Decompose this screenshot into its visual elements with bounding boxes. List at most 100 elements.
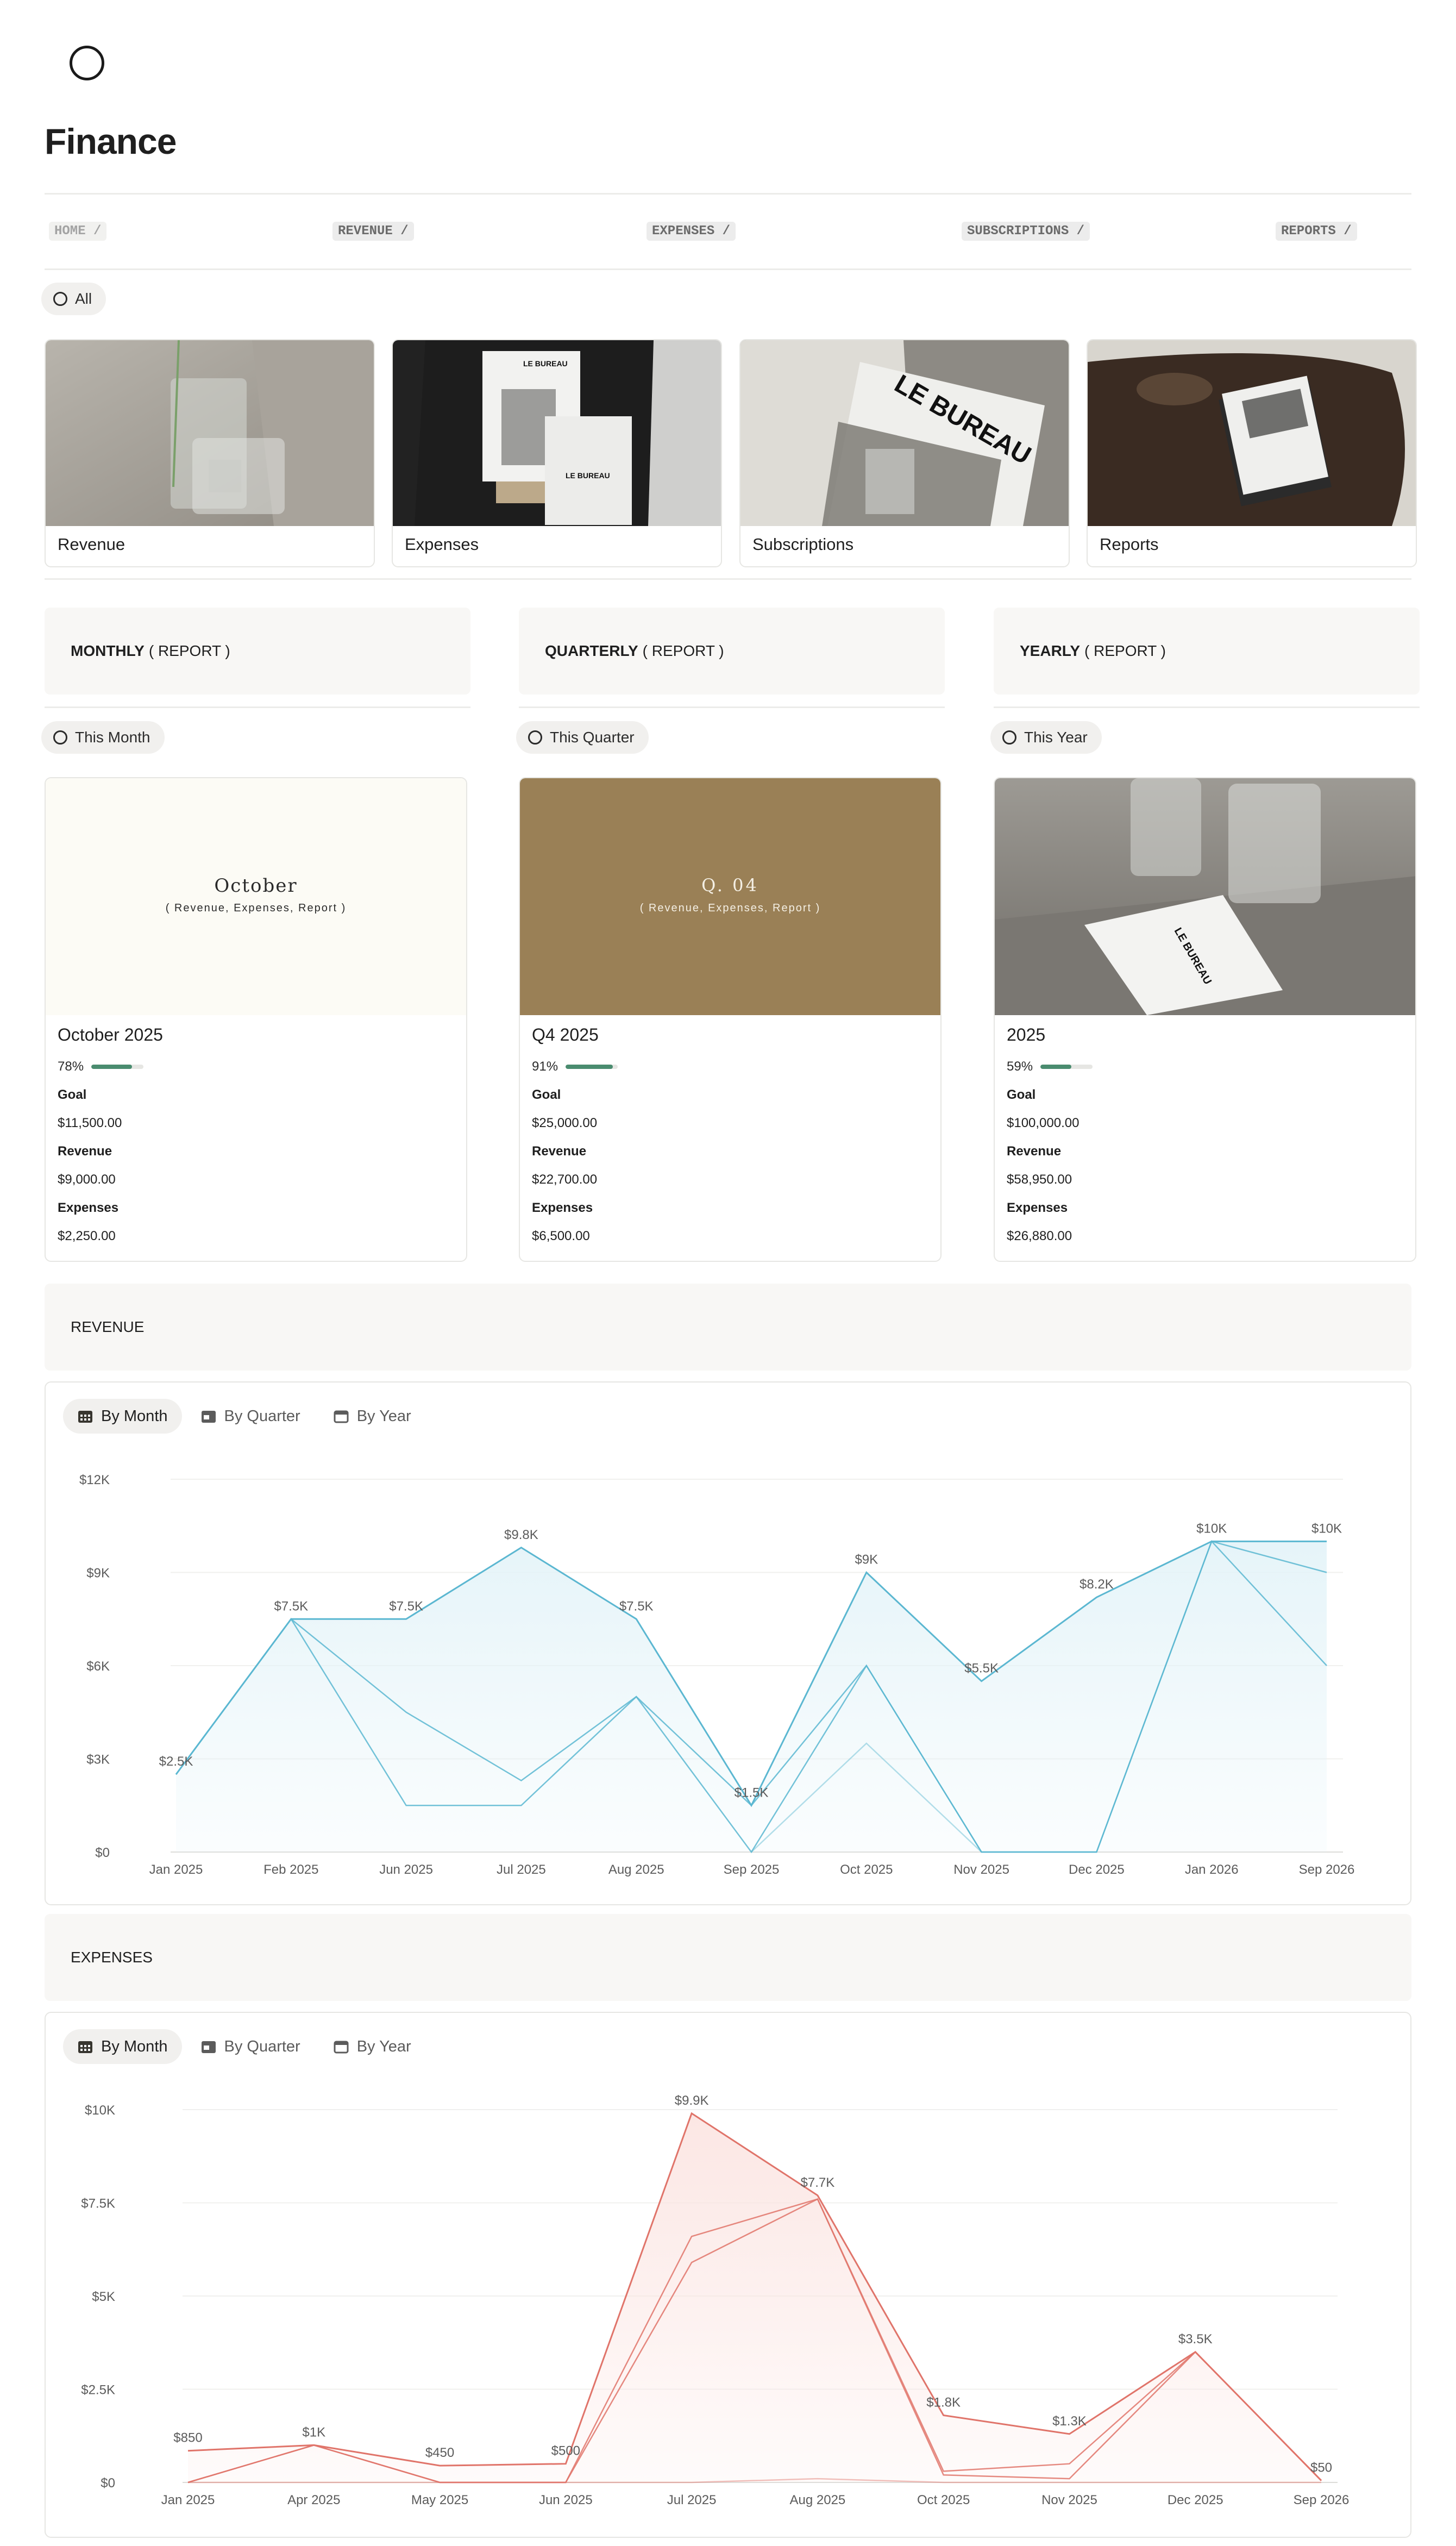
data-label: $7.5K — [274, 1599, 308, 1613]
section-heading: REVENUE — [71, 1318, 145, 1335]
page-title: Finance — [45, 121, 177, 161]
x-tick-label: Apr 2025 — [287, 2493, 340, 2507]
revenue-photo — [46, 340, 374, 526]
x-tick-label: Jan 2026 — [1185, 1862, 1239, 1877]
y-tick-label: $10K — [85, 2103, 115, 2118]
revenue-label: Revenue — [1007, 1144, 1062, 1159]
section-heading-suffix: ( REPORT ) — [642, 642, 724, 659]
workspace-logo-icon — [70, 46, 104, 80]
data-label: $850 — [173, 2431, 202, 2445]
x-tick-label: Dec 2025 — [1168, 2493, 1223, 2507]
data-label: $5.5K — [964, 1661, 999, 1676]
data-label: $50 — [1310, 2461, 1332, 2475]
subscriptions-photo: LE BUREAU — [740, 340, 1069, 526]
nav-home-link[interactable]: HOME / — [49, 222, 107, 241]
nav-subscriptions-link[interactable]: SUBSCRIPTIONS / — [962, 222, 1090, 241]
filter-label: This Quarter — [550, 729, 635, 746]
section-heading: YEARLY — [1020, 642, 1081, 659]
expenses-photo: LE BUREAU LE BUREAU — [393, 340, 721, 526]
gallery-card-expenses[interactable]: LE BUREAU LE BUREAU Expenses — [392, 339, 722, 567]
expenses-value: $2,250.00 — [58, 1229, 116, 1243]
divider — [45, 706, 470, 708]
data-label: $9.8K — [504, 1528, 538, 1542]
x-tick-label: Feb 2025 — [263, 1862, 318, 1877]
x-tick-label: Sep 2026 — [1299, 1862, 1355, 1877]
x-tick-label: Aug 2025 — [608, 1862, 664, 1877]
data-label: $3.5K — [1178, 2332, 1213, 2347]
nav-reports-link[interactable]: REPORTS / — [1276, 222, 1357, 241]
report-cover: October ( Revenue, Expenses, Report ) — [46, 778, 466, 1015]
cover-title: Q. 04 — [701, 875, 759, 896]
revenue-value: $22,700.00 — [532, 1172, 598, 1187]
progress-row: 78% — [58, 1057, 454, 1077]
reports-photo — [1088, 340, 1416, 526]
progress-bar-fill — [91, 1065, 132, 1069]
cover-subtitle: ( Revenue, Expenses, Report ) — [165, 902, 347, 914]
circle-icon — [53, 292, 67, 306]
report-title: October 2025 — [58, 1025, 163, 1044]
data-label: $10K — [1196, 1521, 1227, 1536]
yearly-report-header: YEARLY ( REPORT ) — [994, 608, 1420, 695]
x-tick-label: Sep 2025 — [724, 1862, 780, 1877]
x-tick-label: Oct 2025 — [917, 2493, 970, 2507]
progress-row: 59% — [1007, 1057, 1403, 1077]
progress-percent: 78% — [58, 1059, 84, 1074]
y-tick-label: $2.5K — [81, 2383, 115, 2398]
divider — [45, 193, 1411, 195]
expenses-value: $6,500.00 — [532, 1229, 590, 1243]
x-tick-label: Jul 2025 — [497, 1862, 546, 1877]
filter-this-month-pill[interactable]: This Month — [41, 721, 165, 754]
expenses-chart: $0 $2.5K $5K $7.5K $10K Jan 2025 Apr 2025 May 2… — [81, 2093, 1350, 2507]
report-card-monthly[interactable]: October ( Revenue, Expenses, Report ) Oc… — [45, 777, 467, 1262]
svg-text:LE BUREAU: LE BUREAU — [523, 359, 568, 368]
gallery-card-reports[interactable]: Reports — [1087, 339, 1417, 567]
filter-this-year-pill[interactable]: This Year — [990, 721, 1102, 754]
report-card-yearly[interactable]: LE BUREAU 2025 59% Goal $100,000.00 Reve… — [994, 777, 1416, 1262]
filter-label: This Month — [75, 729, 150, 746]
data-label: $10K — [1311, 1521, 1342, 1536]
y-tick-label: $5K — [92, 2289, 115, 2304]
goal-label: Goal — [1007, 1087, 1036, 1102]
revenue-chart-panel: By Month By Quarter By Year $0 $3K $6K $9K $… — [45, 1381, 1411, 1905]
data-label: $1.8K — [926, 2395, 961, 2410]
y-tick-label: $7.5K — [81, 2197, 115, 2211]
report-card-quarterly[interactable]: Q. 04 ( Revenue, Expenses, Report ) Q4 2… — [519, 777, 942, 1262]
x-tick-label: Jan 2025 — [149, 1862, 203, 1877]
progress-bar-fill — [1040, 1065, 1071, 1069]
x-tick-label: May 2025 — [411, 2493, 468, 2507]
filter-all-pill[interactable]: All — [41, 283, 106, 315]
nav-revenue-link[interactable]: REVENUE / — [332, 222, 414, 241]
x-tick-label: Sep 2026 — [1294, 2493, 1350, 2507]
data-label: $500 — [551, 2444, 580, 2459]
monthly-report-header: MONTHLY ( REPORT ) — [45, 608, 470, 695]
data-label: $1.5K — [735, 1785, 769, 1800]
revenue-chart: $0 $3K $6K $9K $12K Jan 2025 Feb 2025 Jun 2025 J… — [79, 1473, 1355, 1877]
y-tick-label: $0 — [101, 2476, 115, 2491]
filter-this-quarter-pill[interactable]: This Quarter — [516, 721, 649, 754]
nav-expenses-link[interactable]: EXPENSES / — [647, 222, 736, 241]
divider — [45, 578, 1411, 580]
progress-row: 91% — [532, 1057, 928, 1077]
gallery-card-label: Revenue — [58, 535, 125, 554]
gallery-card-subscriptions[interactable]: LE BUREAU Subscriptions — [739, 339, 1070, 567]
x-tick-label: Jun 2025 — [539, 2493, 593, 2507]
expenses-label: Expenses — [58, 1200, 119, 1215]
x-tick-label: Aug 2025 — [790, 2493, 846, 2507]
data-label: $9.9K — [675, 2093, 709, 2108]
gallery-card-label: Subscriptions — [752, 535, 854, 554]
gallery-card-revenue[interactable]: Revenue — [45, 339, 375, 567]
svg-text:LE BUREAU: LE BUREAU — [566, 471, 610, 480]
revenue-label: Revenue — [532, 1144, 587, 1159]
series-area — [188, 2113, 1321, 2482]
divider — [994, 706, 1420, 708]
circle-icon — [1002, 730, 1016, 745]
data-label: $1K — [302, 2425, 325, 2439]
cover-title: October — [214, 875, 298, 897]
progress-bar — [1040, 1065, 1093, 1069]
filter-label: All — [75, 290, 92, 307]
revenue-label: Revenue — [58, 1144, 112, 1159]
expenses-label: Expenses — [532, 1200, 593, 1215]
data-label: $450 — [425, 2445, 454, 2460]
section-heading-suffix: ( REPORT ) — [148, 642, 230, 659]
expenses-chart-panel: By Month By Quarter By Year $0 $2.5K $5K $7… — [45, 2012, 1411, 2538]
